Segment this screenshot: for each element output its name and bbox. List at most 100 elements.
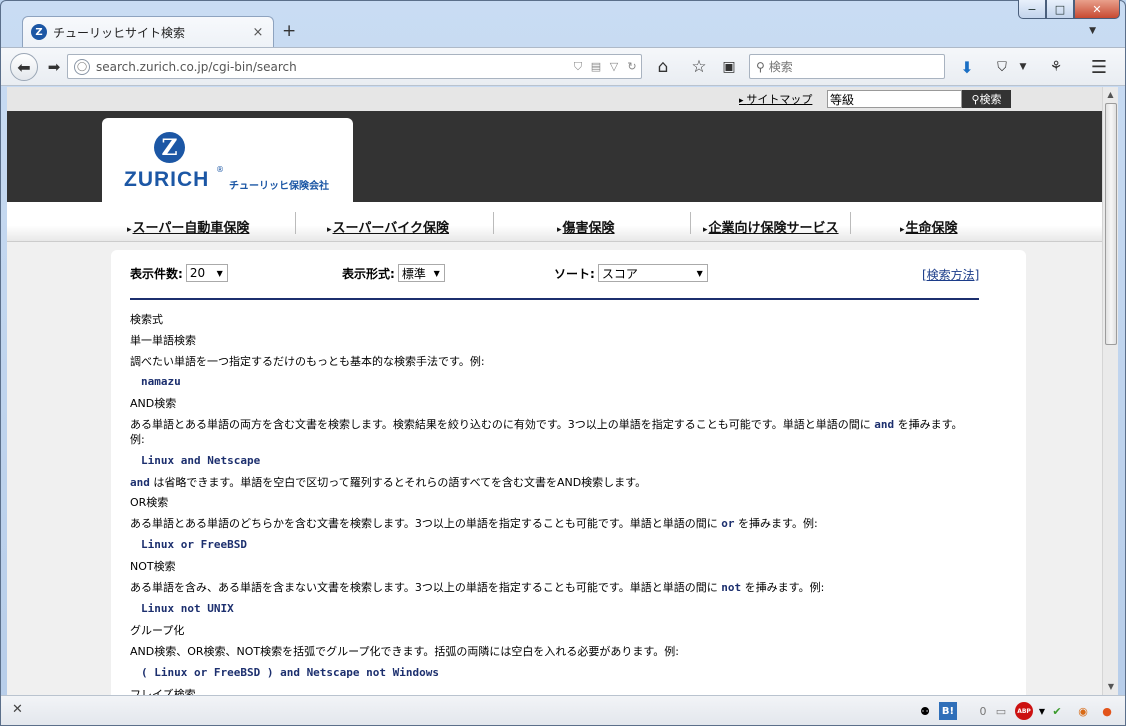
display-format-select[interactable]: 標準 ▼ <box>397 264 445 282</box>
single-search-example: namazu <box>141 375 181 388</box>
chevron-down-icon[interactable]: ▼ <box>1017 58 1029 76</box>
back-button[interactable]: ⬅ <box>10 53 38 81</box>
and-note-keyword: and <box>130 476 150 489</box>
bookmarks-list-icon[interactable]: ▣ <box>718 56 740 78</box>
logo-wordmark: ZURICH <box>124 168 210 191</box>
site-search-label: 検索 <box>979 93 1002 106</box>
tab-list-dropdown-icon[interactable]: ▼ <box>1089 26 1096 36</box>
chevron-down-icon: ▼ <box>216 268 223 278</box>
tab-active[interactable]: Z チューリッヒサイト検索 × <box>22 16 274 47</box>
extension-icon[interactable]: ⚘ <box>1044 56 1068 78</box>
minimize-button[interactable]: − <box>1018 0 1046 19</box>
results-count-label: 表示件数: <box>130 266 183 281</box>
new-tab-button[interactable]: + <box>282 21 296 41</box>
nav-link-life-insurance[interactable]: 生命保険 <box>900 217 958 236</box>
results-count-select[interactable]: 20 ▼ <box>185 264 228 282</box>
address-bar[interactable]: ◯ search.zurich.co.jp/cgi-bin/search ⛉ ▤… <box>67 54 642 79</box>
pocket-url-icon[interactable]: ⛉ <box>569 60 587 74</box>
browser-search-box[interactable]: ⚲ <box>749 54 945 79</box>
browser-search-input[interactable] <box>768 59 929 74</box>
results-count-control: 表示件数: 20 ▼ <box>130 264 228 282</box>
reader-mode-icon[interactable]: ▤ <box>587 60 605 73</box>
or-search-example: Linux or FreeBSD <box>141 538 247 551</box>
comment-icon[interactable]: ▭ <box>992 702 1010 720</box>
scroll-down-arrow-icon[interactable]: ▼ <box>1103 679 1119 695</box>
close-addon-bar-icon[interactable]: ✕ <box>12 702 23 717</box>
not-search-desc: ある単語を含み、ある単語を含まない文書を検索します。3つ以上の単語を指定すること… <box>130 580 975 595</box>
nav-link-accident-insurance[interactable]: 傷害保険 <box>557 217 615 236</box>
group-example: ( Linux or FreeBSD ) and Netscape not Wi… <box>141 666 440 679</box>
scrollbar-thumb[interactable] <box>1105 103 1117 345</box>
url-dropdown-icon[interactable]: ▽ <box>605 60 623 73</box>
not-keyword: not <box>721 581 742 594</box>
site-search-input[interactable] <box>827 90 962 108</box>
zurich-emblem-icon: Z <box>154 132 185 163</box>
nav-link-auto-insurance[interactable]: スーパー自動車保険 <box>127 217 250 236</box>
firefox-icon[interactable]: ◉ <box>1074 702 1092 720</box>
nav-divider <box>850 212 851 234</box>
page-viewport: サイトマップ ⚲検索 Z ZURICH ® チューリッヒ保険会社 スーパー自動車… <box>7 87 1102 695</box>
display-format-label: 表示形式: <box>342 266 395 281</box>
pocket-icon[interactable]: ⛉ <box>991 56 1013 78</box>
or-search-desc: ある単語とある単語のどちらかを含む文書を検索します。3つ以上の単語を指定すること… <box>130 516 975 531</box>
tab-close-icon[interactable]: × <box>251 25 265 40</box>
download-icon[interactable]: ⬇ <box>956 56 978 78</box>
site-search-button[interactable]: ⚲ 検索 <box>962 90 1011 108</box>
and-note-text: は省略できます。単語を空白で区切って羅列するとそれらの語すべてを含む文書をAND… <box>153 476 647 489</box>
single-search-title: 単一単語検索 <box>130 334 196 347</box>
and-search-title: AND検索 <box>130 397 177 410</box>
pin-icon: ⚲ <box>971 92 980 106</box>
or-keyword: or <box>721 517 735 530</box>
hatena-bookmark-icon[interactable]: B! <box>939 702 957 720</box>
search-help-panel: 表示件数: 20 ▼ 表示形式: 標準 ▼ ソート: スコア ▼ [検索方法] 検索式… <box>111 250 1026 695</box>
not-desc-a: ある単語を含み、ある単語を含まない文書を検索します。3つ以上の単語を指定すること… <box>130 581 718 594</box>
sort-control: ソート: スコア ▼ <box>554 264 708 282</box>
nav-divider <box>493 212 494 234</box>
maximize-button[interactable]: □ <box>1046 0 1074 19</box>
or-desc-b: を挿みます。例: <box>738 517 818 530</box>
and-search-example: Linux and Netscape <box>141 454 261 467</box>
close-window-button[interactable]: ✕ <box>1074 0 1120 19</box>
scroll-up-arrow-icon[interactable]: ▲ <box>1103 87 1118 103</box>
display-format-value: 標準 <box>401 266 426 281</box>
hamburger-menu-icon[interactable]: ☰ <box>1087 56 1111 78</box>
registered-mark: ® <box>216 165 224 174</box>
sort-value: スコア <box>601 266 638 281</box>
category-nav: スーパー自動車保険 スーパーバイク保険 傷害保険 企業向け保険サービス 生命保険 <box>7 202 1102 242</box>
group-desc: AND検索、OR検索、NOT検索を括弧でグループ化できます。括弧の両隣には空白を… <box>130 645 679 658</box>
sitemap-link[interactable]: サイトマップ <box>739 91 812 107</box>
nav-link-bike-insurance[interactable]: スーパーバイク保険 <box>327 217 449 236</box>
globe-icon: ◯ <box>74 58 90 75</box>
window-controls: − □ ✕ <box>1018 0 1120 20</box>
adblock-plus-icon[interactable]: ABP <box>1015 702 1033 720</box>
status-bar: ✕ ⚉ B! 0 ▭ ABP ▼ ✔ ◉ ● <box>1 695 1125 725</box>
sort-select[interactable]: スコア ▼ <box>597 264 708 282</box>
and-keyword: and <box>874 418 895 431</box>
url-text[interactable]: search.zurich.co.jp/cgi-bin/search <box>96 60 569 74</box>
nav-divider <box>295 212 296 234</box>
forward-button[interactable]: ➡ <box>43 57 65 77</box>
zurich-favicon-icon: Z <box>31 24 47 40</box>
and-desc-a: ある単語とある単語の両方を含む文書を検索します。検索結果を絞り込むのに有効です。… <box>130 418 871 431</box>
group-title: グループ化 <box>130 624 185 637</box>
bookmark-star-icon[interactable]: ☆ <box>688 56 710 78</box>
reload-icon[interactable]: ↻ <box>623 60 641 73</box>
addon-fox-icon[interactable]: ● <box>1098 702 1116 720</box>
comment-count: 0 <box>979 704 987 718</box>
checklist-icon[interactable]: ✔ <box>1048 702 1066 720</box>
single-search-desc: 調べたい単語を一つ指定するだけのもっとも基本的な検索手法です。例: <box>130 355 485 368</box>
zurich-logo[interactable]: Z ZURICH ® チューリッヒ保険会社 <box>102 118 353 202</box>
home-icon[interactable]: ⌂ <box>652 56 674 78</box>
search-howto-link[interactable]: [検索方法] <box>922 266 979 283</box>
phrase-search-title: フレイズ検索 <box>130 688 196 695</box>
tab-title: チューリッヒサイト検索 <box>53 25 186 40</box>
nav-link-corporate-insurance[interactable]: 企業向け保険サービス <box>703 217 839 236</box>
nav-divider <box>690 212 691 234</box>
section-heading: 検索式 <box>130 313 163 326</box>
addon-people-icon[interactable]: ⚉ <box>916 702 934 720</box>
or-desc-a: ある単語とある単語のどちらかを含む文書を検索します。3つ以上の単語を指定すること… <box>130 517 718 530</box>
search-icon: ⚲ <box>756 59 765 74</box>
vertical-scrollbar[interactable]: ▲ ▼ <box>1102 87 1118 695</box>
not-search-title: NOT検索 <box>130 560 176 573</box>
chevron-down-icon: ▼ <box>696 268 703 278</box>
